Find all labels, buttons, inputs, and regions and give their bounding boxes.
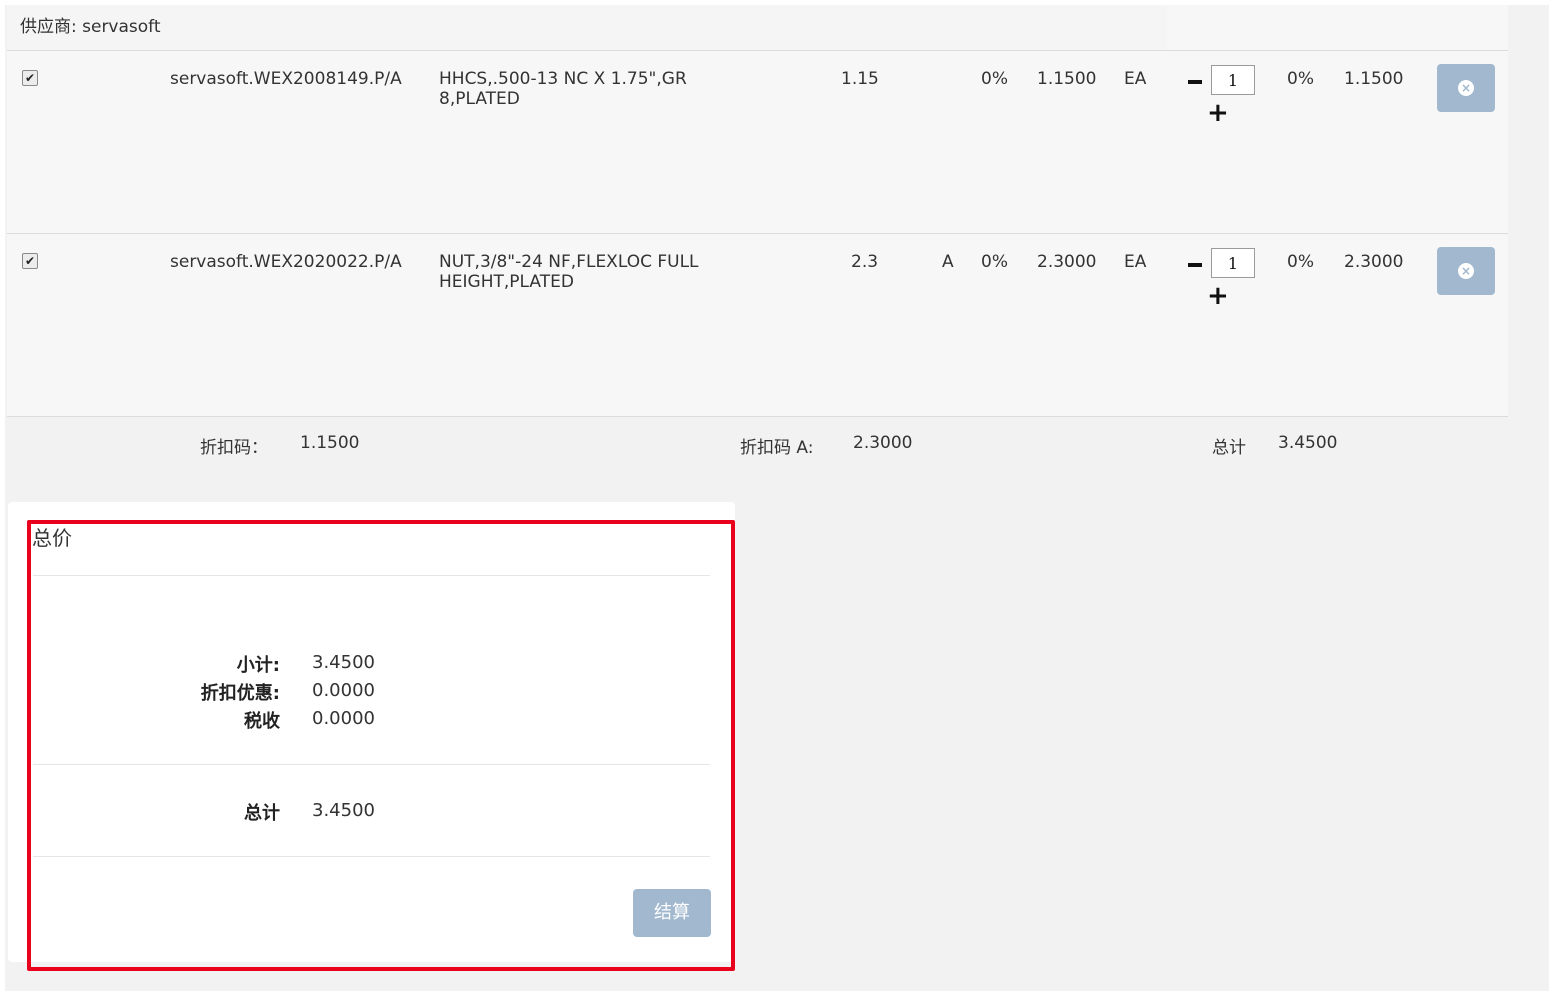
discount-percent: 0% <box>981 69 1008 89</box>
list-price: 1.15 <box>841 69 879 89</box>
list-price: 2.3 <box>851 252 879 272</box>
unit-of-measure: EA <box>1124 252 1147 272</box>
vendor-row: 供应商: servasoft <box>7 5 1167 50</box>
item-checkbox[interactable]: ✔ <box>22 70 38 86</box>
tax-percent: 0% <box>1287 69 1314 89</box>
table-row: ✔ servasoft.WEX2008149.P/A HHCS,.500-13 … <box>7 51 1508 233</box>
minus-icon[interactable] <box>1188 263 1202 267</box>
table-row: ✔ servasoft.WEX2020022.P/A NUT,3/8"-24 N… <box>7 234 1508 416</box>
part-description: HHCS,.500-13 NC X 1.75",GR 8,PLATED <box>439 69 687 109</box>
part-number: servasoft.WEX2020022.P/A <box>170 252 402 272</box>
cart-table: 供应商: servasoft ✔ servasoft.WEX2008149.P/… <box>7 5 1508 470</box>
unit-price: 2.3000 <box>1037 252 1097 272</box>
quantity-input[interactable]: 1 <box>1211 65 1255 95</box>
tax-percent: 0% <box>1287 252 1314 272</box>
quantity-input[interactable]: 1 <box>1211 248 1255 278</box>
discount-code: A <box>942 252 954 272</box>
line-total: 2.3000 <box>1344 252 1404 272</box>
plus-icon[interactable]: + <box>1207 283 1229 309</box>
discount-code-a-value: 2.3000 <box>853 433 913 453</box>
discount-percent: 0% <box>981 252 1008 272</box>
remove-icon: × <box>1458 80 1474 96</box>
unit-of-measure: EA <box>1124 69 1147 89</box>
line-total: 1.1500 <box>1344 69 1404 89</box>
part-description: NUT,3/8"-24 NF,FLEXLOC FULL HEIGHT,PLATE… <box>439 252 699 292</box>
discount-code-value: 1.1500 <box>300 433 360 453</box>
discount-code-a-label: 折扣码 A: <box>740 438 814 458</box>
remove-icon: × <box>1458 263 1474 279</box>
discount-summary-row: 折扣码： 1.1500 折扣码 A: 2.3000 总计 3.4500 <box>7 417 1508 470</box>
plus-icon[interactable]: + <box>1207 100 1229 126</box>
highlight-box <box>27 520 735 971</box>
unit-price: 1.1500 <box>1037 69 1097 89</box>
discount-code-label: 折扣码： <box>200 438 268 458</box>
row-total-label: 总计 <box>1212 438 1246 458</box>
row-total-value: 3.4500 <box>1278 433 1338 453</box>
page: 供应商: servasoft ✔ servasoft.WEX2008149.P/… <box>5 5 1549 991</box>
vendor-label: 供应商: servasoft <box>20 17 161 37</box>
remove-item-button[interactable]: × <box>1437 64 1495 112</box>
part-number: servasoft.WEX2008149.P/A <box>170 69 402 89</box>
minus-icon[interactable] <box>1188 80 1202 84</box>
item-checkbox[interactable]: ✔ <box>22 253 38 269</box>
remove-item-button[interactable]: × <box>1437 247 1495 295</box>
